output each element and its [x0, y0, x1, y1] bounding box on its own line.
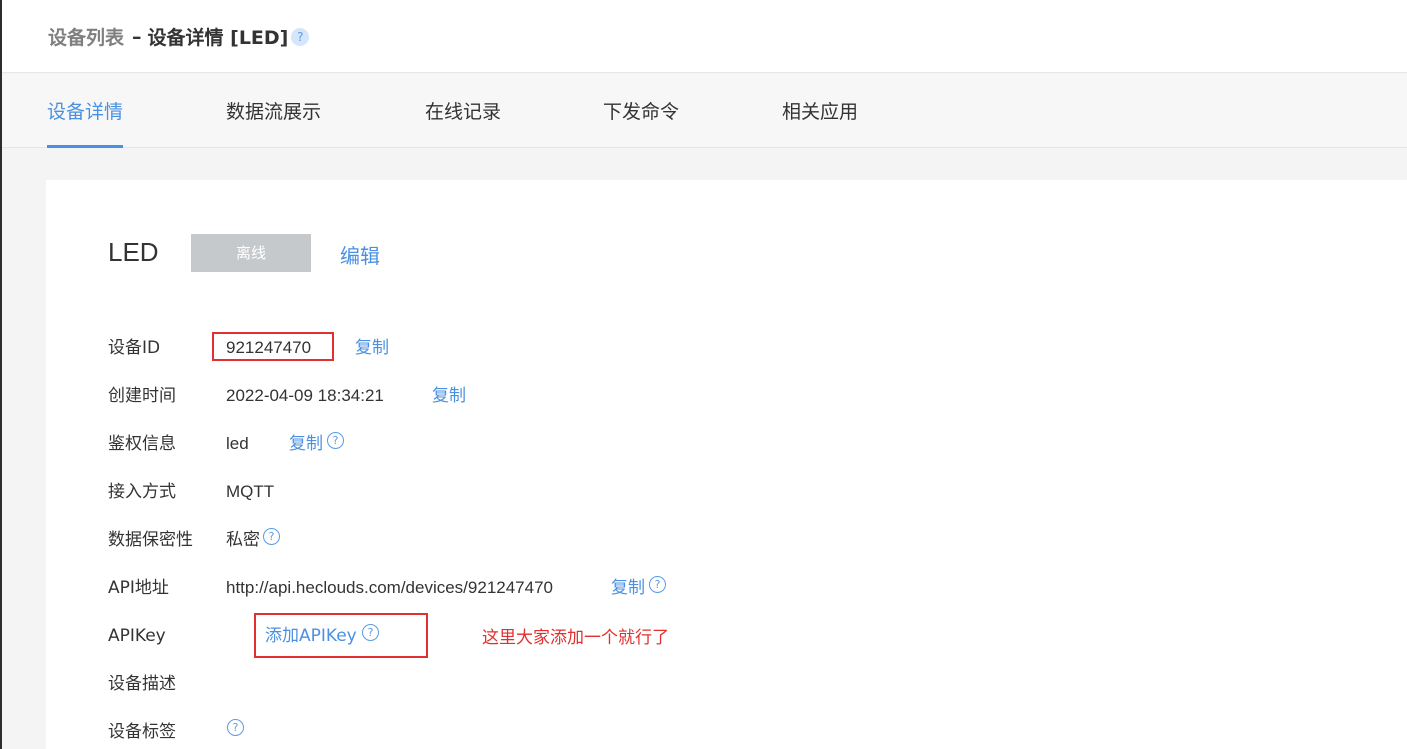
created-time-label: 创建时间 — [108, 386, 176, 406]
breadcrumb-current-page: 设备详情 [LED] — [147, 27, 289, 49]
device-name: LED — [108, 237, 159, 267]
field-created-time: 创建时间 2022-04-09 18:34:21 复制 — [108, 381, 1108, 411]
breadcrumb-device-list-link[interactable]: 设备列表 — [48, 23, 124, 50]
help-icon[interactable]: ? — [263, 528, 280, 545]
annotation-note: 这里大家添加一个就行了 — [482, 628, 669, 648]
field-description: 设备描述 — [108, 669, 1108, 699]
field-access-method: 接入方式 MQTT — [108, 477, 1108, 507]
edit-button[interactable]: 编辑 — [340, 240, 380, 269]
tab-related-apps[interactable]: 相关应用 — [782, 74, 858, 148]
field-api-key: APIKey 添加APIKey ? 这里大家添加一个就行了 — [108, 613, 1108, 658]
copy-device-id-button[interactable]: 复制 — [355, 333, 389, 363]
field-api-address: API地址 http://api.heclouds.com/devices/92… — [108, 573, 1108, 603]
api-key-label: APIKey — [108, 626, 166, 646]
field-device-id: 设备ID 921247470 复制 — [108, 332, 1108, 363]
copy-created-time-button[interactable]: 复制 — [432, 381, 466, 411]
tab-online-records[interactable]: 在线记录 — [425, 74, 501, 148]
device-id-label: 设备ID — [108, 338, 161, 358]
auth-info-value: led — [226, 434, 249, 453]
tags-label: 设备标签 — [108, 722, 176, 742]
tab-send-command[interactable]: 下发命令 — [603, 74, 679, 148]
tab-device-details[interactable]: 设备详情 — [47, 74, 124, 148]
device-detail-panel: LED 离线 编辑 设备ID 921247470 复制 创建时间 2022-04… — [46, 180, 1407, 749]
field-auth-info: 鉴权信息 led 复制 ? — [108, 429, 1108, 459]
breadcrumb: 设备列表 – 设备详情 [LED] ? — [48, 23, 310, 50]
access-method-label: 接入方式 — [108, 482, 176, 502]
field-data-privacy: 数据保密性 私密 ? — [108, 525, 1108, 555]
page-header: 设备列表 – 设备详情 [LED] ? — [2, 0, 1407, 73]
help-icon[interactable]: ? — [227, 719, 244, 736]
help-icon[interactable]: ? — [362, 624, 379, 641]
add-apikey-button[interactable]: 添加APIKey — [265, 621, 357, 651]
data-privacy-value: 私密 — [226, 530, 260, 549]
copy-auth-info-button[interactable]: 复制 — [289, 429, 323, 459]
api-address-label: API地址 — [108, 578, 169, 598]
help-icon[interactable]: ? — [649, 576, 666, 593]
access-method-value: MQTT — [226, 482, 275, 501]
description-label: 设备描述 — [108, 674, 176, 694]
status-badge: 离线 — [191, 234, 311, 272]
created-time-value: 2022-04-09 18:34:21 — [226, 386, 384, 405]
api-address-value: http://api.heclouds.com/devices/92124747… — [226, 578, 554, 597]
tab-datastream[interactable]: 数据流展示 — [226, 74, 321, 148]
auth-info-label: 鉴权信息 — [108, 434, 176, 454]
field-tags: 设备标签 ? — [108, 717, 1108, 747]
help-icon[interactable]: ? — [291, 27, 310, 46]
device-id-value: 921247470 — [226, 338, 312, 357]
tab-bar: 设备详情 数据流展示 在线记录 下发命令 相关应用 — [2, 74, 1407, 148]
help-icon[interactable]: ? — [327, 432, 344, 449]
data-privacy-label: 数据保密性 — [108, 530, 193, 550]
copy-api-address-button[interactable]: 复制 — [611, 573, 645, 603]
breadcrumb-separator: – — [132, 25, 142, 48]
